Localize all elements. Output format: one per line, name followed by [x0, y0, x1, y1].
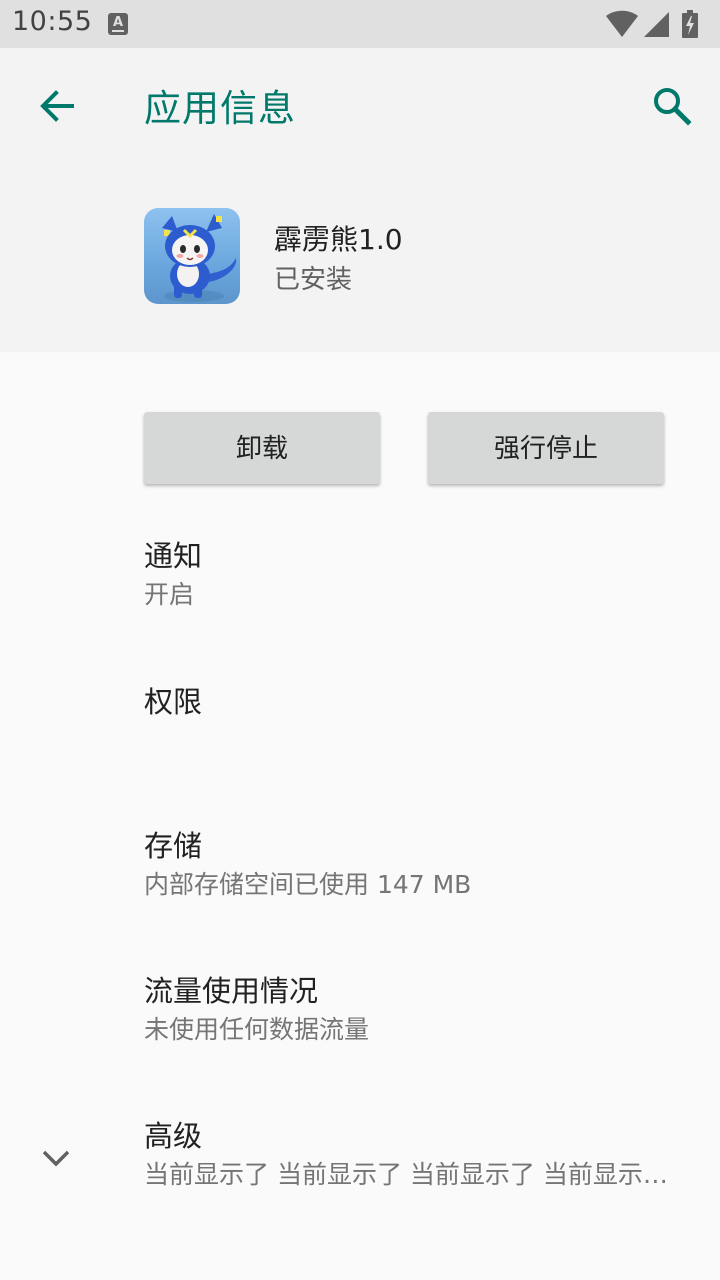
status-time: 10:55 — [12, 6, 93, 37]
app-header: 应用信息 霹雳熊1.0 已安装 — [0, 48, 720, 352]
storage-item[interactable]: 存储 内部存储空间已使用 147 MB — [144, 828, 704, 902]
search-icon[interactable] — [650, 84, 694, 128]
uninstall-button[interactable]: 卸载 — [144, 412, 380, 484]
chevron-down-icon[interactable] — [38, 1140, 74, 1176]
a-keyboard-icon: A — [108, 13, 128, 35]
storage-title: 存储 — [144, 829, 203, 863]
data-usage-summary: 未使用任何数据流量 — [144, 1015, 370, 1044]
advanced-item[interactable]: 高级 当前显示了 当前显示了 当前显示了 当前显示了 当前显示了 — [144, 1118, 704, 1192]
arrow-back-icon[interactable] — [36, 86, 76, 126]
app-install-status: 已安装 — [274, 265, 353, 295]
notifications-item[interactable]: 通知 开启 — [144, 538, 704, 612]
status-bar: 10:55 A — [0, 0, 720, 48]
wifi-icon — [606, 10, 638, 37]
advanced-title: 高级 — [144, 1119, 203, 1153]
permissions-title: 权限 — [144, 685, 203, 719]
notifications-summary: 开启 — [144, 580, 195, 609]
page-title: 应用信息 — [144, 87, 296, 130]
battery-charging-icon — [682, 10, 698, 38]
force-stop-button[interactable]: 强行停止 — [428, 412, 664, 484]
app-name: 霹雳熊1.0 — [274, 223, 403, 256]
permissions-item[interactable]: 权限 — [144, 684, 704, 720]
app-icon — [144, 208, 240, 304]
signal-icon — [644, 12, 669, 37]
storage-summary: 内部存储空间已使用 147 MB — [144, 870, 472, 899]
notifications-title: 通知 — [144, 539, 203, 573]
data-usage-item[interactable]: 流量使用情况 未使用任何数据流量 — [144, 973, 704, 1047]
data-usage-title: 流量使用情况 — [144, 974, 319, 1008]
advanced-summary: 当前显示了 当前显示了 当前显示了 当前显示了 当前显示了 — [144, 1160, 684, 1189]
